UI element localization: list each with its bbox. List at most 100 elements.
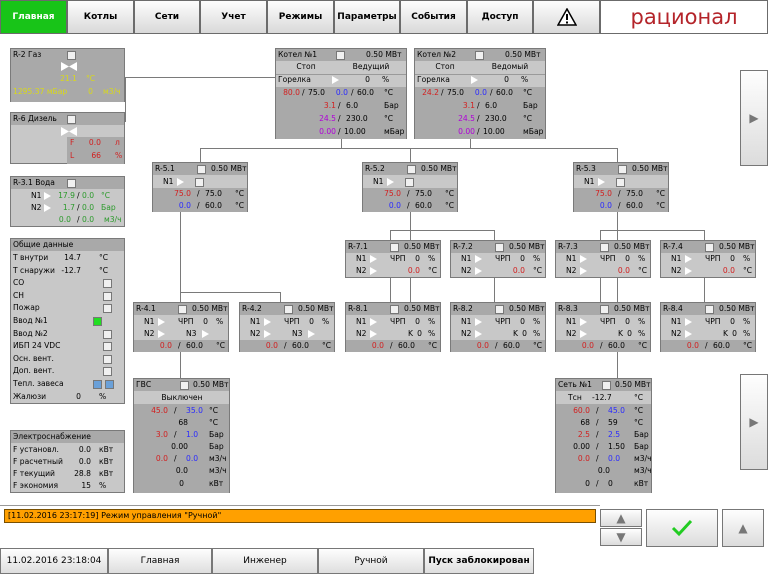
r5-t-unit: °C [656, 189, 666, 198]
tab-modes[interactable]: Режимы [267, 0, 334, 34]
general-row-label: Жалюзи [13, 391, 47, 401]
tab-parameters[interactable]: Параметры [334, 0, 400, 34]
scroll-down-button[interactable]: ▼ [600, 528, 642, 546]
r7-vfd-label: ЧРП [390, 254, 406, 263]
boiler-pressure: 3.1 [462, 101, 475, 110]
r7-pump2-icon [580, 267, 587, 275]
next-page-top-button[interactable]: ▶ [740, 70, 768, 166]
diesel-panel[interactable]: R-6 Дизель F 0.0 л L 66 % [10, 112, 125, 164]
burner-value: 0 [365, 75, 370, 84]
network-t-supply: 60.0 [573, 406, 590, 415]
r5-panel[interactable]: R-5.2 0.50 МВт N1 75.0/75.0 °C 0.0/60.0 °C [362, 162, 458, 212]
network-p4: 1.50 [608, 442, 625, 451]
circuit-panel[interactable]: R-8.3 0.50 МВт N1 ЧРП 0% N2 K 0% 0.0/60.0 °C [555, 302, 651, 352]
hot-water-p2: 1.0 [186, 430, 199, 439]
circuit-status-indicator [495, 305, 504, 314]
circuit-valve-unit: % [533, 329, 541, 338]
diesel-f-value: 0.0 [88, 138, 101, 147]
circuit-vfd-unit: % [743, 317, 751, 326]
event-row[interactable]: [11.02.2016 23:17:19] Режим управления "… [4, 509, 596, 523]
r7-pump2-label: N2 [671, 266, 682, 275]
control-mode-button[interactable]: Ручной [318, 548, 424, 574]
r7-status-indicator [600, 243, 609, 252]
power-row-label: F расчетный [13, 457, 63, 466]
boiler-flue-temp-max: 230.0 [346, 114, 368, 123]
circuit-panel[interactable]: R-8.4 0.50 МВт N1 ЧРП 0% N2 K 0% 0.0/60.0 °C [660, 302, 756, 352]
circuit-panel[interactable]: R-8.1 0.50 МВт N1 ЧРП 0% N2 K 0% 0.0/60.0 °C [345, 302, 441, 352]
scroll-top-button[interactable]: ▲ [722, 509, 764, 547]
circuit-valve-value: 0 [522, 329, 527, 338]
tab-networks[interactable]: Сети [134, 0, 200, 34]
r7-panel[interactable]: R-7.3 0.50 МВт N1 ЧРП 0% N2 0.0 °C [555, 240, 651, 278]
down-arrow-icon: ▼ [616, 530, 626, 544]
water-panel[interactable]: R-3.1 Вода N1 17.9 / 0.0 °C N2 1.7 / 0.0… [10, 176, 125, 227]
gas-panel[interactable]: R-2 Газ 21.1 °C 1295.37 мБар 0 м3/ч [10, 48, 125, 102]
next-page-bottom-button[interactable]: ▶ [740, 374, 768, 470]
heating-network-status-indicator [602, 381, 611, 390]
circuit-vfd-value: 0 [309, 317, 314, 326]
tab-metering[interactable]: Учет [200, 0, 267, 34]
network-t4: 59 [608, 418, 618, 427]
hot-water-f2: 0.0 [186, 454, 199, 463]
circuit-vfd-label: ЧРП [705, 317, 721, 326]
r5-panel[interactable]: R-5.3 0.50 МВт N1 75.0/75.0 °C 0.0/60.0 °C [573, 162, 669, 212]
burner-label: Горелка [417, 75, 450, 84]
tab-access[interactable]: Доступ [467, 0, 533, 34]
boiler-t-return-setpoint: 60.0 [496, 88, 513, 97]
r7-panel[interactable]: R-7.4 0.50 МВт N1 ЧРП 0% N2 0.0 °C [660, 240, 756, 278]
circuit-vfd-value: 0 [625, 317, 630, 326]
circuit-panel[interactable]: R-8.2 0.50 МВт N1 ЧРП 0% N2 K 0% 0.0/60.0 °C [450, 302, 546, 352]
burner-icon [332, 76, 339, 84]
r7-panel[interactable]: R-7.1 0.50 МВт N1 ЧРП 0% N2 0.0 °C [345, 240, 441, 278]
boiler-panel[interactable]: Котел №1 0.50 МВт Стоп Ведущий Горелка 0% 80.0… [275, 48, 407, 139]
boiler-draft-unit: мБар [523, 127, 544, 136]
general-row-unit: °C [99, 265, 109, 275]
r7-vfd-value: 0 [730, 254, 735, 263]
mode-main-button[interactable]: Главная [108, 548, 212, 574]
r5-t-supply: 75.0 [384, 189, 401, 198]
r5-status-indicator [618, 165, 627, 174]
r7-vfd-label: ЧРП [705, 254, 721, 263]
r7-pump2-label: N2 [566, 266, 577, 275]
tab-events[interactable]: События [400, 0, 467, 34]
circuit-pump1-label: N1 [461, 317, 472, 326]
up-arrow-icon: ▲ [616, 511, 626, 525]
r5-panel[interactable]: R-5.1 0.50 МВт N1 75.0/75.0 °C 0.0/60.0 °C [152, 162, 248, 212]
start-blocked-button[interactable]: Пуск заблокирован [424, 548, 534, 574]
tab-boilers[interactable]: Котлы [67, 0, 134, 34]
acknowledge-button[interactable] [646, 509, 718, 547]
boiler-flue-unit: °C [523, 114, 533, 123]
scroll-up-button[interactable]: ▲ [600, 509, 642, 527]
circuit-pump1-label: N1 [671, 317, 682, 326]
r7-header: R-7.3 0.50 МВт [556, 241, 650, 253]
general-row-value: -12.7 [61, 265, 81, 275]
circuit-vfd-unit: % [216, 317, 224, 326]
tab-main[interactable]: Главная [0, 0, 67, 34]
r7-panel[interactable]: R-7.2 0.50 МВт N1 ЧРП 0% N2 0.0 °C [450, 240, 546, 278]
boiler-status-indicator [336, 51, 345, 60]
circuit-panel[interactable]: R-4.2 0.50 МВт N1 ЧРП 0% N2 N3 0.0/60.0 °C [239, 302, 335, 352]
hot-water-panel[interactable]: ГВС 0.50 МВт Выключен 45.0 / 35.0 °C 68 … [133, 378, 230, 493]
r5-pump-icon [387, 178, 394, 186]
circuit-title: R-8.1 [348, 304, 368, 313]
boiler-pressure-max: 6.0 [346, 101, 359, 110]
boiler-t-supply: 80.0 [283, 88, 300, 97]
r7-vfd-unit: % [743, 254, 751, 263]
water-n2-pressure1: 1.7 [62, 203, 75, 212]
circuit-header: R-4.1 0.50 МВт [134, 303, 228, 315]
user-engineer-button[interactable]: Инженер [212, 548, 318, 574]
checkmark-icon [671, 519, 693, 537]
circuit-panel[interactable]: R-4.1 0.50 МВт N1 ЧРП 0% N2 N3 0.0/60.0 °C [133, 302, 229, 352]
heating-network-panel[interactable]: Сеть №1 0.50 МВт Tсн -12.7 °C 60.0 / 45.… [555, 378, 652, 493]
circuit-vfd-value: 0 [520, 317, 525, 326]
r5-t-return-unit: °C [445, 201, 455, 210]
r7-power: 0.50 МВт [719, 242, 755, 251]
general-row-label: Осн. вент. [13, 353, 54, 363]
alarm-button[interactable] [533, 0, 600, 34]
gas-header: R-2 Газ [11, 49, 124, 61]
circuit-pump2-icon [685, 330, 692, 338]
boiler-panel[interactable]: Котел №2 0.50 МВт Стоп Ведомый Горелка 0% 24.2… [414, 48, 546, 139]
water-flow-unit: м3/ч [104, 215, 122, 224]
curtain-indicator [93, 380, 102, 389]
r7-temperature-unit: °C [533, 266, 543, 275]
